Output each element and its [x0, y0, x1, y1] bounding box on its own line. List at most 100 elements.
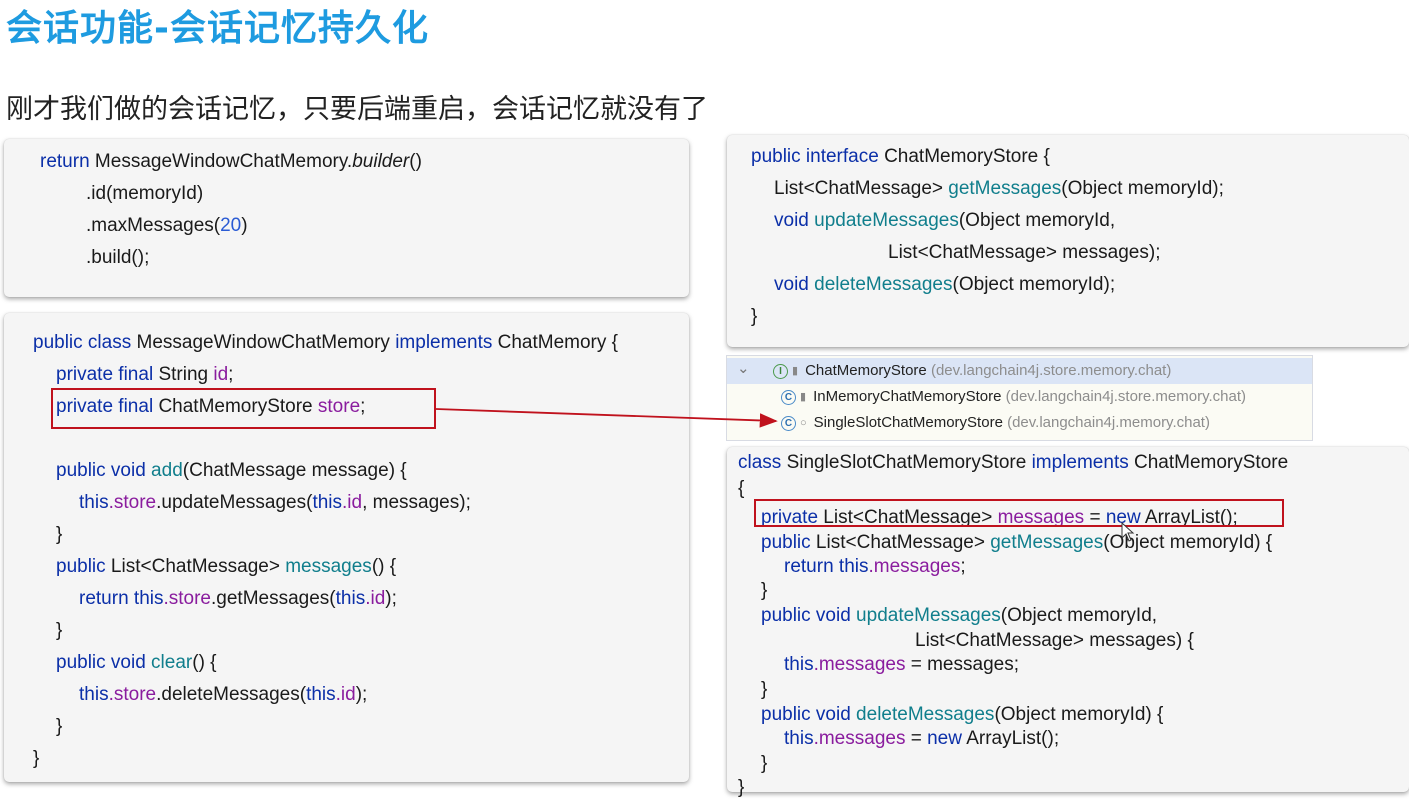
- code-text: );: [385, 588, 397, 609]
- code-line: }: [751, 306, 758, 327]
- code-keyword: private final: [56, 364, 154, 385]
- code-text: ChatMemoryStore {: [878, 146, 1050, 167]
- code-text: (Object memoryId) {: [994, 704, 1164, 725]
- code-line: return this.store.getMessages(this.id);: [79, 588, 397, 610]
- tree-item-name: InMemoryChatMemoryStore: [813, 388, 1002, 405]
- code-text: () {: [192, 652, 217, 673]
- code-line: }: [56, 524, 63, 545]
- code-text: ;: [228, 364, 234, 385]
- slide-title: 会话功能-会话记忆持久化: [6, 8, 429, 49]
- code-keyword: this: [79, 492, 109, 513]
- code-text: ;: [960, 556, 966, 577]
- tree-item-chat-memory-store[interactable]: ⌄ I ▮ ChatMemoryStore (dev.langchain4j.sto…: [727, 358, 1312, 384]
- code-text: List<ChatMessage>: [774, 178, 949, 199]
- code-method: builder: [352, 151, 410, 172]
- code-keyword: new: [927, 728, 962, 749]
- code-line: public void add(ChatMessage message) {: [56, 460, 407, 482]
- tree-item-in-memory-store[interactable]: C ▮ InMemoryChatMemoryStore (dev.langchain…: [727, 384, 1312, 410]
- code-field: .store: [108, 492, 157, 513]
- code-line: public interface ChatMemoryStore {: [751, 146, 1050, 168]
- tree-item-package: (dev.langchain4j.memory.chat): [1007, 414, 1210, 431]
- code-text: .getMessages(: [211, 588, 336, 609]
- code-method: updateMessages: [808, 210, 959, 231]
- code-line: return this.messages;: [784, 556, 966, 578]
- code-line: this.store.deleteMessages(this.id);: [79, 684, 367, 706]
- code-keyword: this: [312, 492, 343, 513]
- store-interface-code-card: public interface ChatMemoryStore { List<…: [727, 135, 1409, 347]
- code-line: void updateMessages(Object memoryId,: [774, 210, 1115, 232]
- code-field: .store: [163, 588, 212, 609]
- code-line: }: [56, 716, 63, 737]
- lock-icon: ▮: [792, 365, 799, 378]
- code-text: (Object memoryId,: [1000, 605, 1158, 626]
- code-line: this.messages = messages;: [784, 654, 1019, 676]
- code-keyword: this: [335, 588, 366, 609]
- code-text: ArrayList();: [961, 728, 1060, 749]
- code-field: id: [213, 364, 229, 385]
- code-text: () {: [371, 556, 397, 577]
- code-line: }: [761, 580, 768, 601]
- code-field: .store: [108, 684, 157, 705]
- code-keyword: return this: [784, 556, 869, 577]
- code-line: public void deleteMessages(Object memory…: [761, 704, 1163, 726]
- code-line: class SingleSlotChatMemoryStore implemen…: [738, 452, 1288, 474]
- code-line: this.store.updateMessages(this.id, messa…: [79, 492, 471, 514]
- code-line: public List<ChatMessage> getMessages(Obj…: [761, 532, 1272, 554]
- code-keyword: this: [784, 654, 814, 675]
- code-method: clear: [145, 652, 193, 673]
- code-keyword: class: [738, 452, 782, 473]
- store-field-highlight: [51, 388, 436, 429]
- code-line: {: [738, 478, 745, 499]
- code-text: .deleteMessages(: [156, 684, 307, 705]
- code-text: (Object memoryId);: [952, 274, 1116, 295]
- code-text: = messages;: [905, 654, 1019, 675]
- interface-icon: I: [773, 363, 788, 379]
- code-text: =: [905, 728, 928, 749]
- code-keyword: public void: [761, 704, 851, 725]
- code-text: ChatMemoryStore: [1128, 452, 1289, 473]
- package-private-icon: ○: [800, 417, 807, 430]
- code-text: String: [153, 364, 214, 385]
- code-keyword: implements: [1031, 452, 1129, 473]
- code-keyword: public class: [33, 332, 132, 353]
- code-keyword: return this: [79, 588, 164, 609]
- code-line: this.messages = new ArrayList();: [784, 728, 1059, 750]
- tree-item-single-slot-store[interactable]: C ○ SingleSlotChatMemoryStore (dev.langcha…: [727, 410, 1312, 436]
- class-icon: C: [781, 415, 796, 431]
- code-line: public void updateMessages(Object memory…: [761, 605, 1157, 627]
- code-keyword: public: [761, 532, 811, 553]
- code-line: }: [56, 620, 63, 641]
- code-line: .id(memoryId): [86, 183, 204, 204]
- code-text: (): [409, 151, 422, 172]
- code-keyword: return: [40, 151, 90, 172]
- code-keyword: implements: [395, 332, 493, 353]
- code-field: .id: [335, 684, 356, 705]
- window-memory-code-card: public class MessageWindowChatMemory imp…: [4, 313, 689, 782]
- code-method: add: [145, 460, 183, 481]
- code-text: (Object memoryId,: [958, 210, 1116, 231]
- code-keyword: void: [774, 210, 809, 231]
- code-keyword: this: [79, 684, 109, 705]
- tree-item-name: SingleSlotChatMemoryStore: [813, 414, 1003, 431]
- tree-item-package: (dev.langchain4j.store.memory.chat): [930, 362, 1172, 379]
- code-text: ChatMemory {: [492, 332, 619, 353]
- code-text: ): [241, 215, 248, 236]
- chevron-down-icon[interactable]: ⌄: [737, 356, 750, 382]
- code-line: public class MessageWindowChatMemory imp…: [33, 332, 618, 354]
- code-line: List<ChatMessage> messages);: [888, 242, 1161, 263]
- mouse-cursor-icon: [1121, 522, 1135, 542]
- code-text: MessageWindowChatMemory.: [89, 151, 353, 172]
- code-text: SingleSlotChatMemoryStore: [781, 452, 1032, 473]
- code-method: deleteMessages: [808, 274, 953, 295]
- class-icon: C: [781, 389, 796, 405]
- code-text: (ChatMessage message) {: [182, 460, 407, 481]
- code-field: .id: [365, 588, 386, 609]
- code-keyword: this: [306, 684, 336, 705]
- slide-subtitle: 刚才我们做的会话记忆，只要后端重启，会话记忆就没有了: [6, 94, 708, 125]
- code-line: List<ChatMessage> getMessages(Object mem…: [774, 178, 1224, 200]
- code-line: .maxMessages(20): [86, 215, 248, 237]
- code-line: }: [761, 679, 768, 700]
- code-line: }: [761, 753, 768, 774]
- code-line: void deleteMessages(Object memoryId);: [774, 274, 1115, 296]
- code-line: }: [738, 777, 745, 798]
